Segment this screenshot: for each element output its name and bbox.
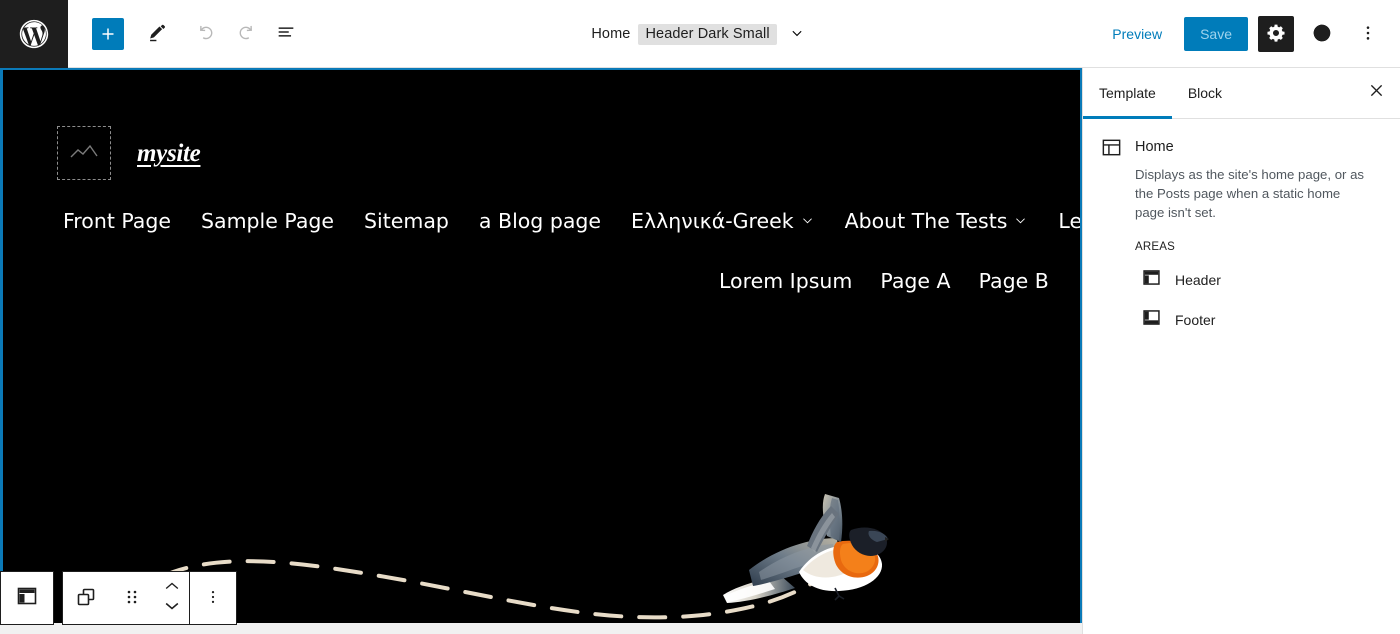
add-block-button[interactable] [92, 17, 124, 50]
top-bar-right-tools: Preview Save [1100, 0, 1386, 68]
edit-mode-button[interactable] [140, 16, 176, 52]
close-x-icon [1367, 81, 1386, 105]
chevron-up-icon[interactable] [162, 579, 182, 598]
area-label: Footer [1175, 312, 1216, 328]
settings-button[interactable] [1258, 16, 1294, 52]
editor-top-bar: Home Header Dark Small Preview Save [0, 0, 1400, 68]
styles-button[interactable] [1304, 16, 1340, 52]
template-canvas[interactable]: mysite Front Page Sample Page Sitemap a … [0, 68, 1082, 634]
block-toolbar-group [62, 571, 237, 625]
primary-navigation: Front Page Sample Page Sitemap a Blog pa… [63, 209, 1082, 233]
contrast-circle-icon [1311, 22, 1333, 47]
flying-bird-illustration [719, 490, 889, 615]
template-name-chip[interactable]: Header Dark Small [638, 23, 777, 45]
chevron-down-icon [1013, 209, 1028, 233]
document-overview-icon [15, 584, 39, 613]
settings-sidebar: Template Block Home Displays as the site… [1082, 68, 1400, 634]
nav-label: Page B [978, 269, 1049, 293]
gear-icon [1265, 22, 1287, 47]
canvas-content: mysite Front Page Sample Page Sitemap a … [3, 70, 1080, 632]
area-item-header[interactable]: Header [1141, 267, 1384, 293]
kebab-menu-icon [203, 587, 223, 610]
nav-item-page-b[interactable]: Page B [979, 269, 1049, 293]
image-placeholder-icon [67, 138, 101, 169]
template-summary: Home [1099, 135, 1384, 159]
editor-body: mysite Front Page Sample Page Sitemap a … [0, 68, 1400, 634]
sidebar-tabs: Template Block [1083, 68, 1400, 119]
details-list-icon [275, 21, 297, 46]
site-title[interactable]: mysite [137, 140, 201, 168]
close-sidebar-button[interactable] [1358, 75, 1394, 111]
nav-label: Lorem Ipsum [719, 269, 853, 293]
area-label: Header [1175, 272, 1221, 288]
template-layout-icon [1099, 135, 1123, 159]
nav-item-lorem-ipsum[interactable]: Lorem Ipsum [719, 269, 852, 293]
drag-handle-button[interactable] [109, 572, 155, 624]
tab-label: Template [1099, 85, 1156, 101]
site-logo-placeholder[interactable] [57, 126, 111, 180]
nav-label: Page A [880, 269, 951, 293]
chevron-down-icon[interactable] [785, 22, 809, 46]
top-bar-left-tools [68, 16, 304, 52]
nav-item-level-1[interactable]: Level 1 [1058, 209, 1082, 233]
tab-template[interactable]: Template [1083, 68, 1172, 119]
areas-section-label: AREAS [1135, 241, 1175, 253]
nav-item-sitemap[interactable]: Sitemap [364, 209, 449, 233]
template-description: Displays as the site's home page, or as … [1135, 167, 1365, 220]
footer-area-icon [1141, 307, 1162, 333]
nav-item-front-page[interactable]: Front Page [63, 209, 171, 233]
nav-label: About The Tests [844, 209, 1008, 233]
template-title: Home [1135, 139, 1174, 155]
nav-label: Ελληνικά-Greek [631, 209, 794, 233]
tab-label: Block [1187, 85, 1223, 101]
kebab-menu-icon [1357, 22, 1379, 47]
block-type-button[interactable] [63, 572, 109, 624]
nav-item-about-the-tests[interactable]: About The Tests [845, 209, 1029, 233]
sidebar-body: Home Displays as the site's home page, o… [1083, 119, 1400, 333]
wordpress-logo-icon [17, 17, 51, 51]
preview-button[interactable]: Preview [1100, 18, 1174, 50]
nav-item-greek[interactable]: Ελληνικά-Greek [631, 209, 815, 233]
document-title-prefix: Home [591, 26, 631, 42]
chevron-down-icon [800, 209, 815, 233]
undo-arrow-icon [195, 21, 217, 46]
tab-block[interactable]: Block [1172, 68, 1238, 118]
nav-label: Sample Page [201, 209, 335, 233]
chevron-down-icon[interactable] [162, 599, 182, 618]
nav-item-a-blog-page[interactable]: a Blog page [479, 209, 601, 233]
nav-label: a Blog page [478, 209, 602, 233]
save-button[interactable]: Save [1184, 17, 1248, 51]
redo-button[interactable] [228, 16, 264, 52]
secondary-navigation: Lorem Ipsum Page A Page B [719, 269, 1049, 293]
pencil-icon [147, 21, 170, 47]
group-block-icon [74, 585, 98, 612]
block-mover[interactable] [155, 572, 189, 624]
nav-label: Sitemap [364, 209, 449, 233]
document-overview-button[interactable] [0, 571, 54, 625]
more-options-button[interactable] [1350, 16, 1386, 52]
wordpress-logo-button[interactable] [0, 0, 68, 68]
nav-item-page-a[interactable]: Page A [880, 269, 950, 293]
block-options-button[interactable] [190, 572, 236, 624]
drag-dots-icon [123, 588, 141, 609]
document-details-button[interactable] [268, 16, 304, 52]
nav-item-sample-page[interactable]: Sample Page [201, 209, 334, 233]
nav-label: Front Page [63, 209, 171, 233]
area-item-footer[interactable]: Footer [1141, 307, 1384, 333]
nav-label: Level 1 [1058, 209, 1082, 233]
block-toolbar [0, 571, 237, 625]
header-area-icon [1141, 267, 1162, 293]
redo-arrow-icon [235, 21, 257, 46]
undo-button[interactable] [188, 16, 224, 52]
